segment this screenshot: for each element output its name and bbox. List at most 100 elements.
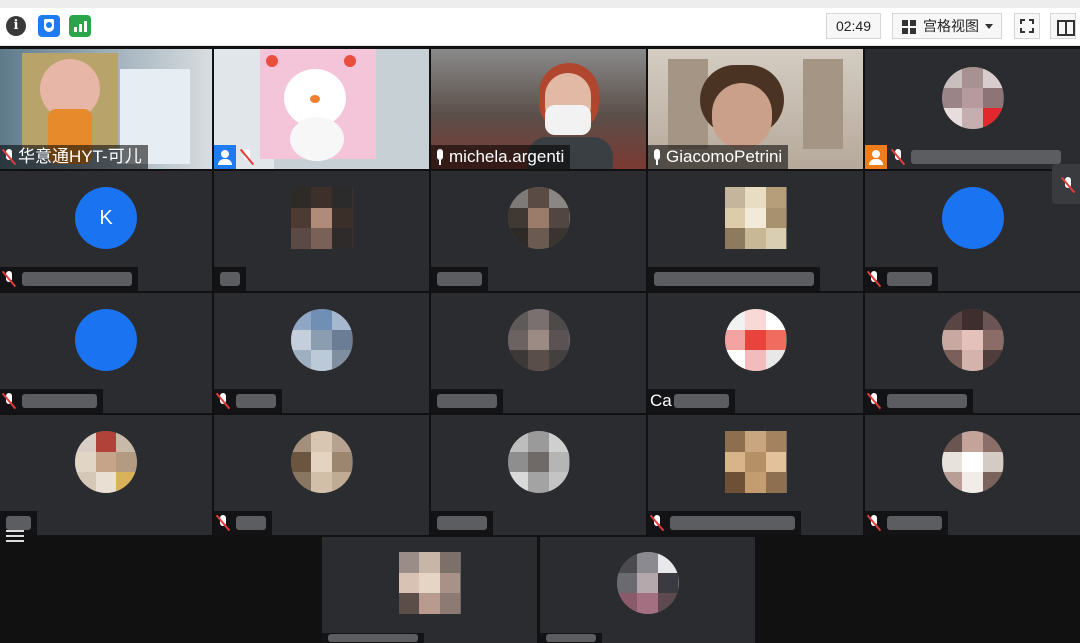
participant-name-tag [431,511,493,535]
participant-tile[interactable] [865,171,1080,291]
blurred-name [22,394,97,408]
participant-name-tag [431,267,488,291]
avatar [290,431,353,493]
participant-name-tag [214,511,272,535]
participant-name: Ca [650,391,672,410]
video-grid: 华意通HYT-可儿 michela.argenti GiacomoPetrini… [0,46,1080,643]
mic-muted-icon [650,514,664,532]
participant-name-tag: GiacomoPetrini [648,145,789,169]
avatar [616,552,679,614]
blurred-name [670,516,795,530]
participant-name-tag [322,633,424,643]
participant-tile[interactable]: GiacomoPetrini [648,49,863,169]
meeting-toolbar: 02:49 宫格视图 [0,0,1080,46]
sidebar-toggle-button[interactable] [1050,13,1076,39]
mic-muted-icon [2,148,16,166]
participant-tile[interactable]: michela.argenti [431,49,646,169]
participant-tile[interactable] [214,49,429,169]
avatar: K [75,187,137,249]
info-icon[interactable] [6,16,26,36]
participant-tile[interactable] [865,293,1080,413]
participant-tile[interactable] [214,415,429,535]
mic-muted-icon [2,270,16,288]
avatar [507,431,570,493]
participant-tile[interactable] [214,171,429,291]
participant-name: michela.argenti [449,147,565,166]
participant-name-tag [648,267,820,291]
participant-name-tag [0,267,138,291]
blurred-name [220,272,240,286]
participant-name-tag [540,633,602,643]
participant-tile[interactable] [648,171,863,291]
participant-tile[interactable]: Ca [648,293,863,413]
participant-tile[interactable]: K [0,171,212,291]
avatar [75,431,137,493]
mic-muted-icon [891,148,905,166]
fullscreen-button[interactable] [1014,13,1040,39]
participant-name-tag [648,511,801,535]
menu-icon[interactable] [6,530,26,544]
participant-tile[interactable]: 华意通HYT-可儿 [0,49,212,169]
participant-tile[interactable] [431,415,646,535]
mic-muted-icon [216,392,230,410]
blurred-name [328,634,418,642]
network-signal-icon[interactable] [69,15,91,37]
blurred-name [887,516,942,530]
blurred-name [437,516,487,530]
participant-name-tag [865,267,938,291]
avatar [724,309,787,371]
participant-name-tag [214,267,246,291]
avatar [724,187,787,249]
blurred-name [6,516,31,530]
blurred-name [546,634,596,642]
blurred-name [437,394,497,408]
meeting-timer: 02:49 [826,13,881,39]
security-shield-icon[interactable] [38,15,60,37]
blurred-name [236,394,276,408]
view-mode-dropdown[interactable]: 宫格视图 [892,13,1002,39]
blurred-name [887,394,967,408]
participant-name-tag [0,389,103,413]
avatar [507,187,570,249]
participant-tile[interactable] [540,537,755,643]
avatar [941,187,1004,249]
host-icon [865,145,887,169]
participant-name-tag [865,145,1061,169]
participant-tile[interactable] [648,415,863,535]
participant-name-tag [431,389,503,413]
participant-tile[interactable] [431,293,646,413]
participants-panel-toggle[interactable] [1052,164,1080,204]
avatar [724,431,787,493]
mic-muted-icon [867,270,881,288]
blurred-name [437,272,482,286]
participant-tile[interactable] [214,293,429,413]
blurred-name [887,272,932,286]
blurred-name [22,272,132,286]
blurred-name [654,272,814,286]
avatar [290,309,353,371]
mic-muted-icon [216,514,230,532]
mic-muted-icon [867,392,881,410]
mic-muted-icon [867,514,881,532]
avatar [941,431,1004,493]
participant-tile[interactable] [431,171,646,291]
mic-muted-icon [240,148,254,166]
participant-tile[interactable] [0,293,212,413]
participant-name-tag [865,389,973,413]
view-mode-label: 宫格视图 [923,18,979,34]
blurred-name [911,150,1061,164]
blurred-name [673,394,729,408]
blurred-name [236,516,266,530]
participant-tile[interactable] [865,49,1080,169]
participant-name-tag [214,389,282,413]
participant-name-tag [865,511,948,535]
host-icon [214,145,236,169]
chevron-down-icon [985,24,993,29]
participant-tile[interactable] [865,415,1080,535]
mic-muted-icon [1061,176,1075,194]
avatar [398,552,461,614]
avatar [941,309,1004,371]
participant-name-tag [214,145,256,169]
participant-tile[interactable] [322,537,537,643]
participant-tile[interactable] [0,415,212,535]
